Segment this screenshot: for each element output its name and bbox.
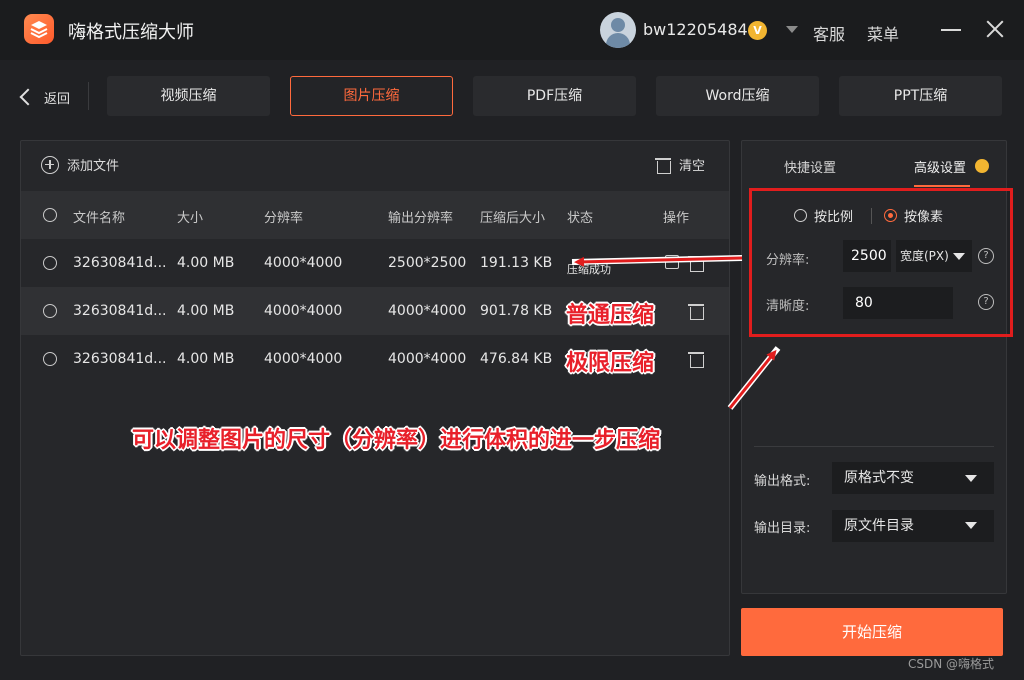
- annotation-extreme: 极限压缩: [566, 351, 655, 376]
- watermark: CSDN @嗨格式: [908, 657, 995, 671]
- arrow-to-settings: [728, 349, 777, 409]
- annotation-note: 可以调整图片的尺寸（分辨率）进行体积的进一步压缩: [132, 428, 661, 453]
- annotation-normal: 普通压缩: [566, 303, 655, 328]
- annotation-arrows: [571, 255, 781, 410]
